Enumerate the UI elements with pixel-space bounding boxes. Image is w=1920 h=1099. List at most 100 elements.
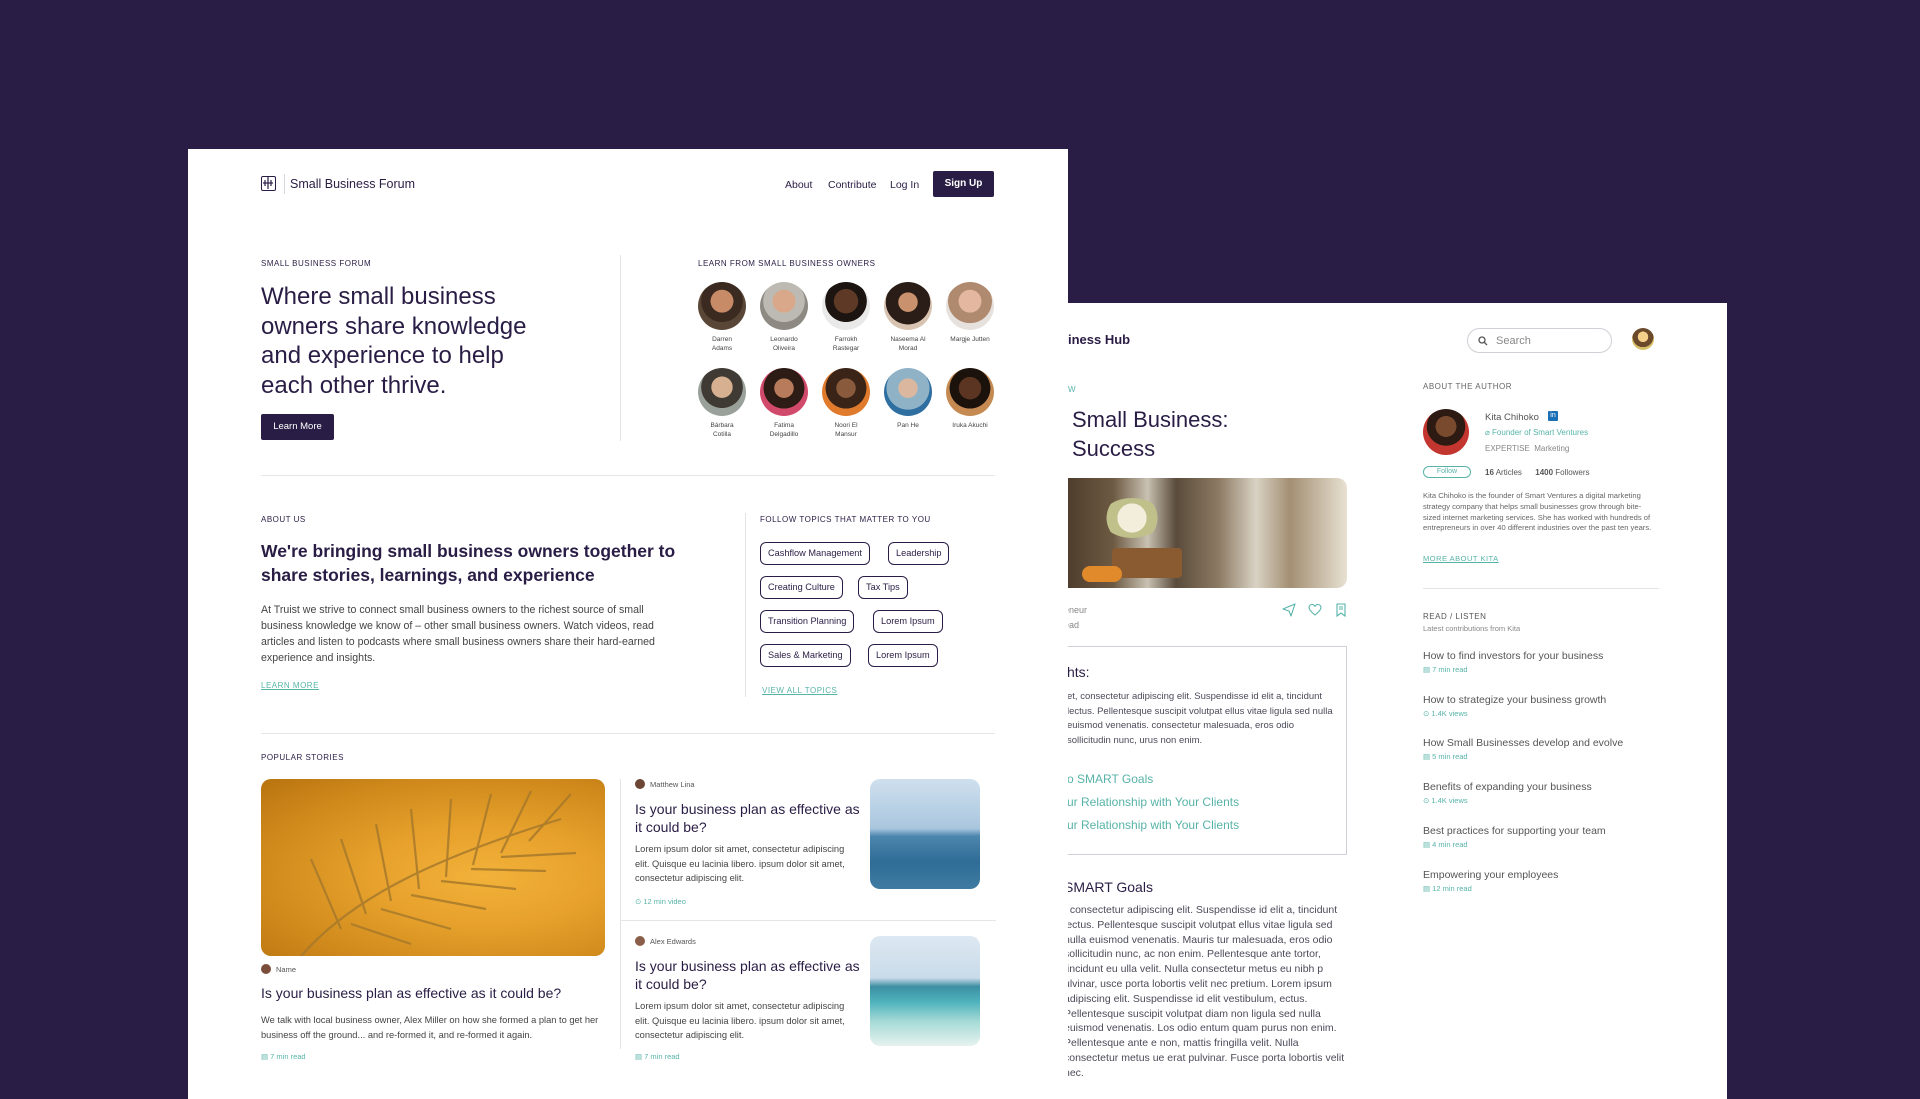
owner-name-line1: Fatima xyxy=(774,422,794,429)
article-page-panel: iness Hub Search W Small Business: Succe… xyxy=(1062,303,1727,1099)
owner-avatar[interactable] xyxy=(822,368,870,416)
view-all-topics-link[interactable]: VIEW ALL TOPICS xyxy=(762,686,837,695)
featured-story-title[interactable]: Is your business plan as effective as it… xyxy=(261,984,605,1002)
owner-name: Darren Adams xyxy=(690,336,754,353)
hero-basket xyxy=(1112,548,1182,578)
user-avatar[interactable] xyxy=(1632,328,1654,350)
owner-name: Fatima Delgadillo xyxy=(752,422,816,439)
contribution-item[interactable]: How to strategize your business growth ⊙… xyxy=(1423,694,1606,718)
read-icon: ▤ xyxy=(1423,752,1433,761)
owner-name-line2: Oliveira xyxy=(772,344,796,352)
author-stats: 16 Articles 1400 Followers xyxy=(1485,468,1590,477)
author-name: Matthew Lina xyxy=(650,779,695,789)
story-title[interactable]: Is your business plan as effective as it… xyxy=(635,800,860,836)
link-icon: ⌀ xyxy=(1485,428,1493,437)
read-icon: ▤ xyxy=(1423,884,1433,893)
author-name: Name xyxy=(276,964,297,974)
topic-chip[interactable]: Sales & Marketing xyxy=(760,644,851,667)
story-title[interactable]: Is your business plan as effective as it… xyxy=(635,957,860,993)
owner-avatar[interactable] xyxy=(946,368,994,416)
contribution-meta: ⊙ 1.4K views xyxy=(1423,709,1606,718)
author-bio: Kita Chihoko is the founder of Smart Ven… xyxy=(1423,491,1652,533)
topic-chip[interactable]: Leadership xyxy=(888,542,950,565)
owner-avatar[interactable] xyxy=(760,282,808,330)
featured-story-image[interactable] xyxy=(261,779,605,956)
topic-chip[interactable]: Lorem Ipsum xyxy=(868,644,938,667)
owner-name: Bárbara Cotilla xyxy=(690,422,754,439)
toc-link-relationship-2[interactable]: ur Relationship with Your Clients xyxy=(1067,818,1239,832)
owner-name-line2: Rastegar xyxy=(832,344,860,352)
toc-link-relationship-1[interactable]: ur Relationship with Your Clients xyxy=(1067,795,1239,809)
owner-name-line2: Delgadillo xyxy=(769,430,799,438)
contribution-item[interactable]: How to find investors for your business … xyxy=(1423,650,1603,674)
toc-link-smart-goals[interactable]: o SMART Goals xyxy=(1067,772,1153,786)
contribution-meta: ▤ 7 min read xyxy=(1423,665,1603,674)
bookmark-icon[interactable] xyxy=(1334,603,1348,617)
logo-divider xyxy=(284,174,285,194)
topic-chip[interactable]: Lorem Ipsum xyxy=(873,610,943,633)
signup-button[interactable]: Sign Up xyxy=(933,171,994,197)
article-eyebrow: W xyxy=(1068,385,1077,394)
owner-avatar[interactable] xyxy=(946,282,994,330)
story-image-ocean[interactable] xyxy=(870,779,980,889)
contribution-item[interactable]: Best practices for supporting your team … xyxy=(1423,825,1606,849)
owner-avatar[interactable] xyxy=(884,282,932,330)
topic-chip[interactable]: Tax Tips xyxy=(858,576,908,599)
author-avatar xyxy=(635,936,645,946)
contribution-item[interactable]: Benefits of expanding your business ⊙ 1.… xyxy=(1423,781,1592,805)
expertise-value: Marketing xyxy=(1534,444,1570,453)
owner-avatar[interactable] xyxy=(884,368,932,416)
owner-avatar[interactable] xyxy=(698,368,746,416)
author-role-text: Founder of Smart Ventures xyxy=(1492,428,1589,437)
followers-count: 1400 xyxy=(1535,468,1554,477)
about-learn-more-link[interactable]: LEARN MORE xyxy=(261,681,319,690)
topic-chip[interactable]: Creating Culture xyxy=(760,576,843,599)
read-listen-subtitle: Latest contributions from Kita xyxy=(1423,624,1521,633)
share-icon[interactable] xyxy=(1282,603,1296,617)
contribution-meta: ▤ 5 min read xyxy=(1423,752,1623,761)
contribution-meta-text: 5 min read xyxy=(1432,752,1468,761)
meta-text: 12 min video xyxy=(643,897,686,906)
nav-login[interactable]: Log In xyxy=(890,179,919,191)
linkedin-icon[interactable]: in xyxy=(1548,411,1558,421)
forum-logo-icon[interactable] xyxy=(261,176,276,191)
follow-button[interactable]: Follow xyxy=(1423,466,1471,478)
story-image-wave[interactable] xyxy=(870,936,980,1046)
story-meta: ⊙ 12 min video xyxy=(635,897,686,906)
nav-about[interactable]: About xyxy=(785,179,812,191)
heart-icon[interactable] xyxy=(1308,603,1322,617)
more-about-author-link[interactable]: MORE ABOUT KITA xyxy=(1423,554,1499,563)
about-body: At Truist we strive to connect small bus… xyxy=(261,604,655,664)
owner-name: Naseema Al Morad xyxy=(876,336,940,353)
topic-chip[interactable]: Cashflow Management xyxy=(760,542,870,565)
owner-name: Farrokh Rastegar xyxy=(814,336,878,353)
topic-chip[interactable]: Transition Planning xyxy=(760,610,855,633)
author-name[interactable]: Kita Chihoko xyxy=(1485,412,1539,423)
owner-avatar[interactable] xyxy=(698,282,746,330)
contribution-item[interactable]: Empowering your employees ▤ 12 min read xyxy=(1423,869,1558,893)
about-eyebrow: ABOUT US xyxy=(261,515,306,524)
featured-story-meta: ▤ 7 min read xyxy=(261,1052,306,1061)
owner-name-line2: Adams xyxy=(711,344,733,352)
hub-brand[interactable]: iness Hub xyxy=(1068,332,1130,347)
contribution-meta-text: 7 min read xyxy=(1432,665,1468,674)
forum-brand[interactable]: Small Business Forum xyxy=(290,177,415,191)
contribution-title: Benefits of expanding your business xyxy=(1423,781,1592,793)
contribution-title: How Small Businesses develop and evolve xyxy=(1423,737,1624,749)
contribution-meta-text: 4 min read xyxy=(1432,840,1468,849)
search-input[interactable]: Search xyxy=(1467,328,1612,353)
author-avatar xyxy=(1423,409,1469,455)
featured-story-body: We talk with local business owner, Alex … xyxy=(261,1015,599,1040)
author-role[interactable]: ⌀ Founder of Smart Ventures xyxy=(1485,428,1588,437)
contribution-item[interactable]: How Small Businesses develop and evolve … xyxy=(1423,737,1623,761)
owner-name: Pan He xyxy=(876,422,940,431)
read-icon: ▤ xyxy=(1423,840,1433,849)
nav-contribute[interactable]: Contribute xyxy=(828,179,876,191)
owner-avatar[interactable] xyxy=(822,282,870,330)
followers-label: Followers xyxy=(1555,468,1590,477)
read-icon: ▤ xyxy=(1423,665,1433,674)
contribution-title: How to find investors for your business xyxy=(1423,650,1604,662)
owner-avatar[interactable] xyxy=(760,368,808,416)
learn-more-button[interactable]: Learn More xyxy=(261,414,334,440)
owner-name-line1: Naseema Al xyxy=(890,336,926,343)
